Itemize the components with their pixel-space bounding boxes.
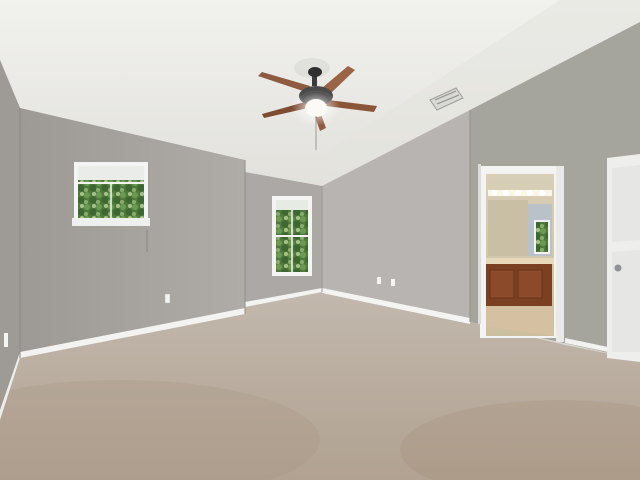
door-frame (556, 166, 564, 342)
door-frame (478, 164, 481, 324)
door-knob[interactable] (614, 264, 622, 272)
door-icon[interactable] (607, 154, 640, 362)
window-icon (272, 196, 312, 276)
room-photo (0, 0, 640, 480)
mirror (488, 200, 528, 256)
outlet-icon (391, 279, 395, 286)
outlet-icon (377, 277, 381, 284)
bathroom-doorway[interactable] (480, 166, 564, 338)
outlet-icon (4, 333, 8, 347)
window-icon (72, 162, 150, 226)
outlet-icon (164, 293, 171, 304)
room-illustration (0, 0, 640, 480)
